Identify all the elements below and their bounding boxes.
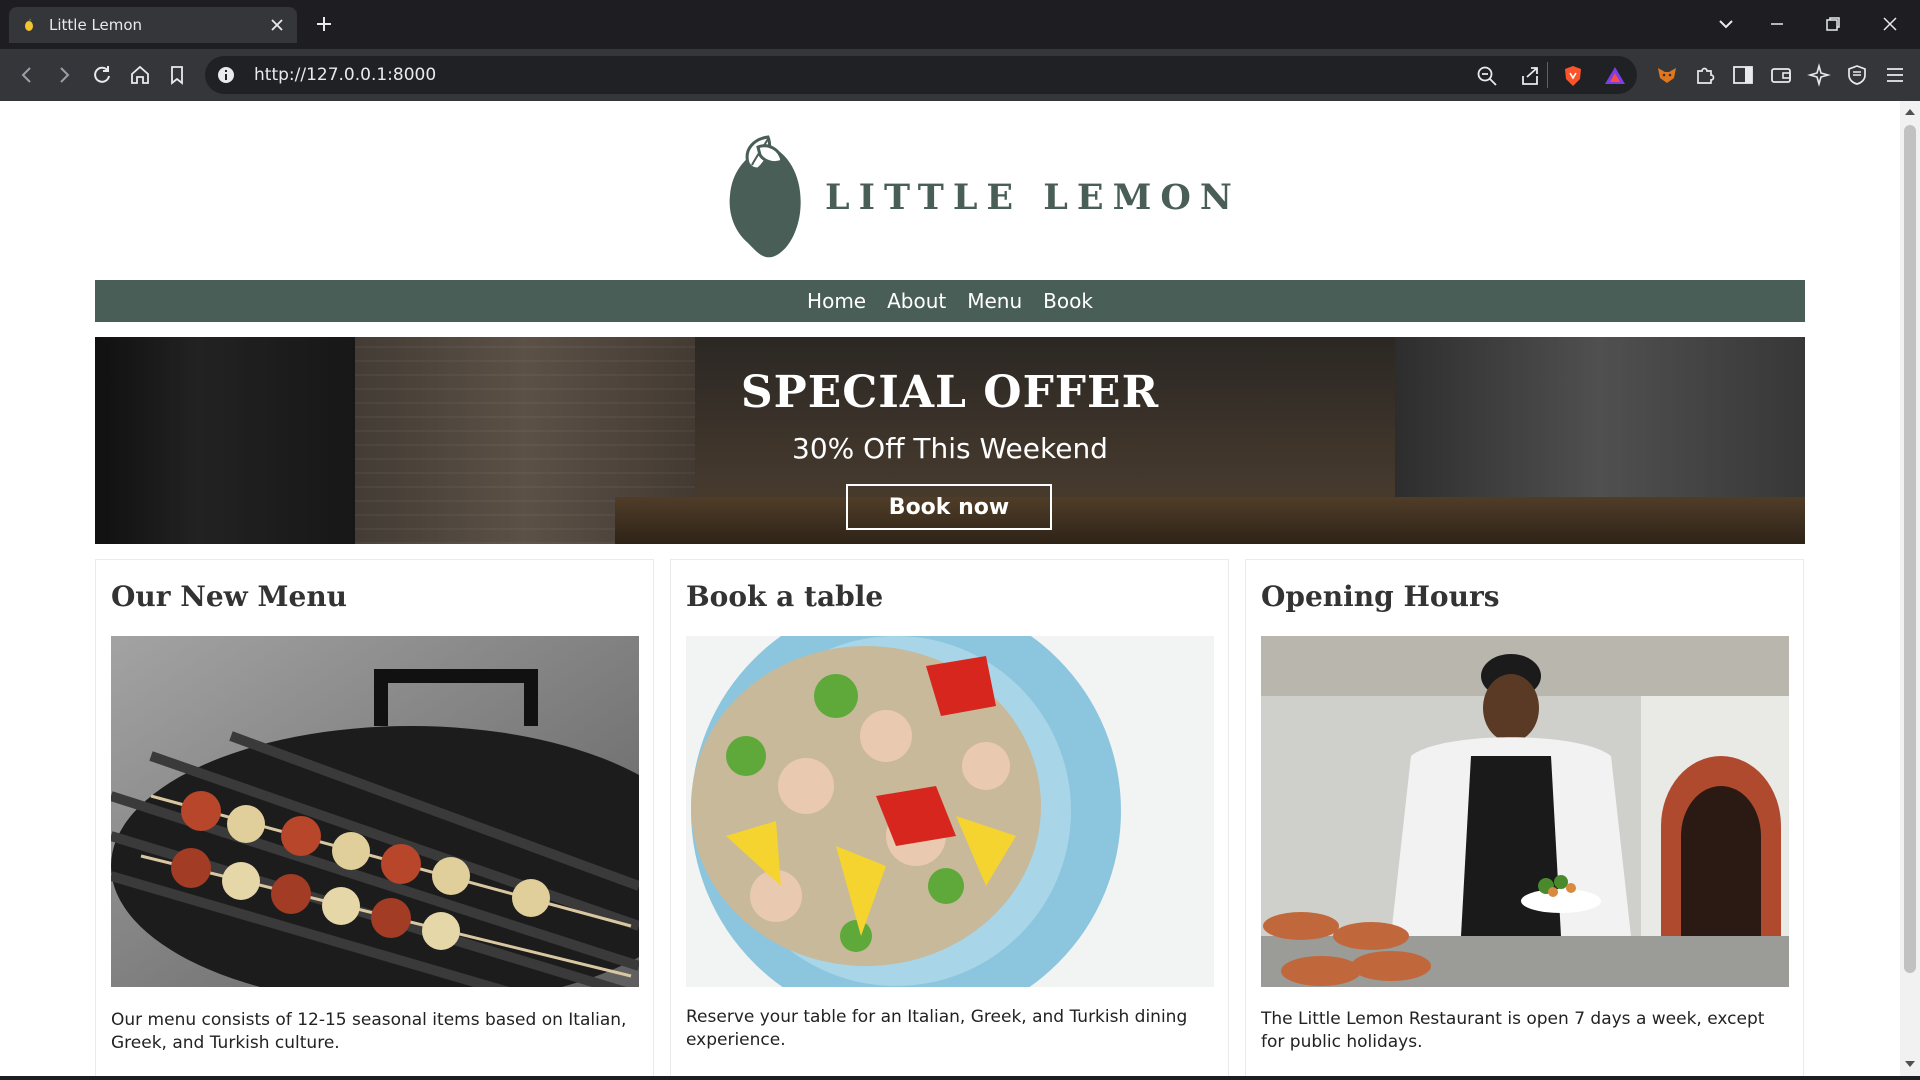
leo-ai-icon[interactable] — [1806, 62, 1832, 88]
browser-tab[interactable]: Little Lemon — [9, 7, 297, 43]
window-bottom-edge — [0, 1076, 1920, 1080]
page-viewport: LITTLE LEMON Home About Menu Book SPECIA… — [0, 101, 1900, 1076]
site-logo[interactable]: LITTLE LEMON — [728, 135, 1232, 259]
logo-wordmark: LITTLE LEMON — [825, 177, 1241, 218]
close-tab-icon[interactable] — [267, 15, 287, 35]
main-nav: Home About Menu Book — [95, 280, 1805, 322]
tab-title: Little Lemon — [49, 16, 143, 34]
card-title: Book a table — [686, 580, 884, 613]
opening-hours-card: Opening Hours The Little Lemon Restauran… — [1245, 559, 1804, 1076]
menu-hamburger-icon[interactable] — [1882, 62, 1908, 88]
card-title: Opening Hours — [1261, 580, 1500, 613]
hero-banner: SPECIAL OFFER 30% Off This Weekend Book … — [95, 337, 1805, 544]
omnibox-divider — [1547, 62, 1548, 88]
reload-icon[interactable] — [89, 62, 115, 88]
book-table-card: Book a table Reserve your table for an I… — [670, 559, 1229, 1076]
zoom-out-icon[interactable] — [1475, 64, 1499, 88]
new-tab-icon[interactable] — [313, 13, 335, 35]
sidebar-icon[interactable] — [1730, 62, 1756, 88]
nav-menu-link[interactable]: Menu — [967, 289, 1022, 313]
card-text: The Little Lemon Restaurant is open 7 da… — [1261, 1009, 1765, 1052]
restore-icon[interactable] — [1822, 13, 1844, 35]
extensions-puzzle-icon[interactable] — [1692, 62, 1718, 88]
nav-book-link[interactable]: Book — [1043, 289, 1093, 313]
lemon-logo-icon — [729, 135, 801, 258]
tab-search-chevron-icon[interactable] — [1715, 13, 1737, 35]
hero-title: SPECIAL OFFER — [740, 367, 1160, 418]
browser-toolbar: http://127.0.0.1:8000 — [0, 49, 1920, 101]
nav-home-link[interactable]: Home — [807, 289, 866, 313]
scrollbar-thumb[interactable] — [1904, 125, 1916, 973]
address-bar[interactable]: http://127.0.0.1:8000 — [205, 56, 1637, 94]
card-title: Our New Menu — [111, 580, 348, 613]
site-info-icon[interactable] — [217, 66, 235, 84]
page-scrollbar[interactable] — [1900, 101, 1920, 1076]
vpn-shield-icon[interactable] — [1844, 62, 1870, 88]
brave-shields-icon[interactable] — [1561, 64, 1585, 88]
home-icon[interactable] — [127, 62, 153, 88]
close-window-icon[interactable] — [1879, 13, 1901, 35]
metamask-fox-icon[interactable] — [1654, 62, 1680, 88]
nav-about-link[interactable]: About — [887, 289, 946, 313]
wallet-icon[interactable] — [1768, 62, 1794, 88]
scroll-down-arrow-icon[interactable] — [1905, 1059, 1915, 1069]
scroll-up-arrow-icon[interactable] — [1905, 107, 1915, 117]
chef-kitchen-image — [1261, 636, 1789, 987]
salmon-salad-image — [686, 636, 1214, 987]
menu-card: Our New Menu Our menu consists of 12-15 … — [95, 559, 654, 1076]
minimize-icon[interactable] — [1766, 13, 1788, 35]
forward-icon[interactable] — [51, 62, 77, 88]
browser-tab-bar: Little Lemon — [0, 0, 1920, 49]
hero-subtitle: 30% Off This Weekend — [792, 432, 1108, 465]
brave-rewards-icon[interactable] — [1603, 64, 1627, 88]
book-now-button[interactable]: Book now — [846, 484, 1052, 530]
bookmark-icon[interactable] — [164, 62, 190, 88]
kebab-grill-image — [111, 636, 639, 987]
back-icon[interactable] — [14, 62, 40, 88]
card-text: Our menu consists of 12-15 seasonal item… — [111, 1010, 627, 1053]
card-text: Reserve your table for an Italian, Greek… — [686, 1007, 1188, 1050]
lemon-favicon-icon — [25, 18, 33, 31]
share-icon[interactable] — [1518, 64, 1542, 88]
url-text[interactable]: http://127.0.0.1:8000 — [254, 65, 436, 85]
